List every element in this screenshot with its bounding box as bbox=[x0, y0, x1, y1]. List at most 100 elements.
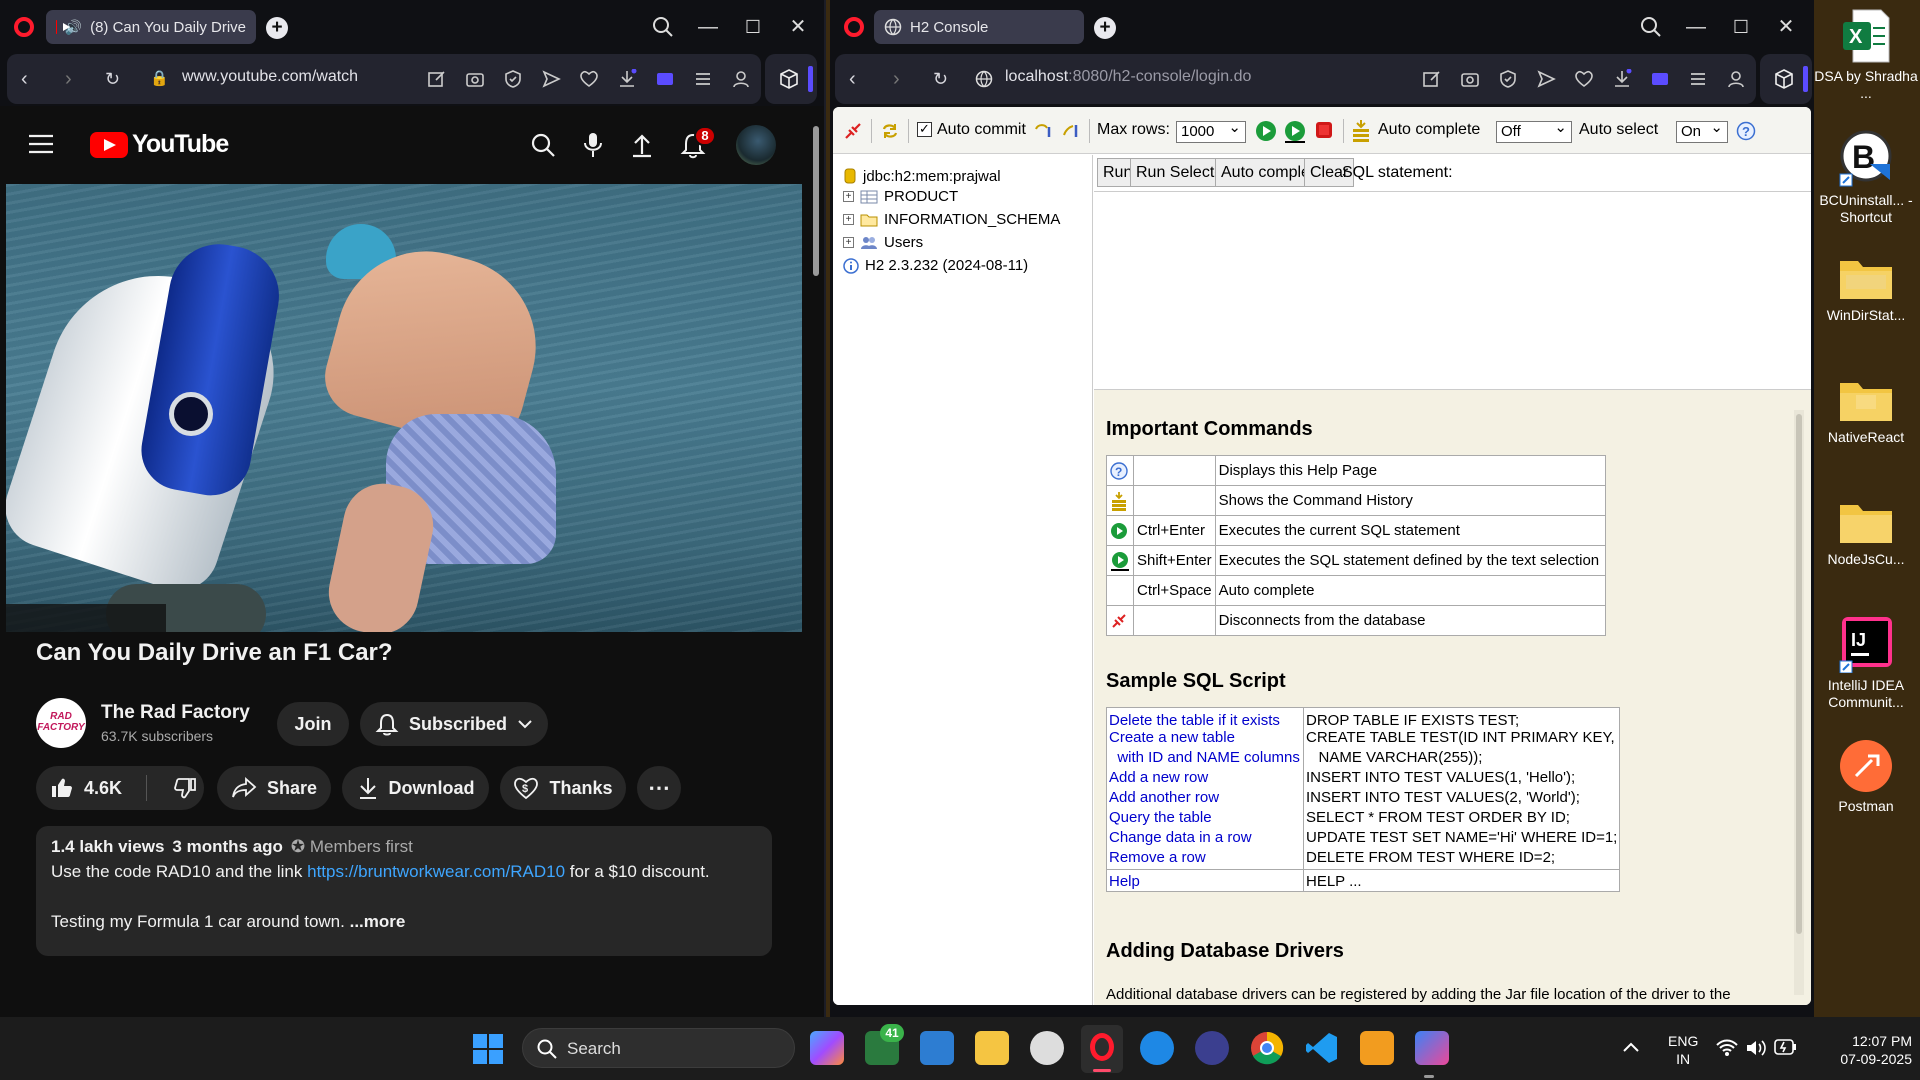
wifi-icon[interactable] bbox=[1716, 1039, 1738, 1057]
shield-icon[interactable] bbox=[1498, 69, 1518, 89]
menu-icon[interactable] bbox=[693, 69, 713, 89]
auto-commit-checkbox[interactable]: ✓ bbox=[917, 122, 932, 137]
scrollbar-track[interactable] bbox=[808, 106, 824, 1017]
opera-logo-icon[interactable] bbox=[14, 17, 34, 37]
download-icon[interactable] bbox=[1612, 69, 1632, 89]
disconnect-icon[interactable] bbox=[843, 121, 863, 141]
forward-icon[interactable]: › bbox=[893, 69, 900, 89]
heart-icon[interactable] bbox=[579, 69, 599, 89]
download-button[interactable]: Download bbox=[342, 766, 489, 810]
notepad-icon[interactable] bbox=[920, 1031, 954, 1065]
reload-icon[interactable]: ↻ bbox=[933, 69, 948, 89]
copilot-icon[interactable] bbox=[810, 1031, 844, 1065]
sql-textarea[interactable] bbox=[1094, 191, 1811, 390]
sidebar-toggle-icon[interactable] bbox=[1650, 69, 1670, 89]
opera-taskbar-active[interactable] bbox=[1081, 1025, 1123, 1073]
disconnect-icon[interactable] bbox=[1110, 612, 1130, 630]
back-icon[interactable]: ‹ bbox=[849, 69, 856, 89]
script-link[interactable]: Change data in a row bbox=[1106, 829, 1304, 849]
script-link[interactable]: Query the table bbox=[1106, 809, 1304, 829]
shield-icon[interactable] bbox=[503, 69, 523, 89]
script-link[interactable]: Add a new row bbox=[1106, 769, 1304, 789]
desktop-icon-nativereact[interactable]: NativeReact bbox=[1812, 377, 1920, 446]
tree-item-product[interactable]: + PRODUCT bbox=[843, 188, 958, 205]
script-link[interactable]: with ID and NAME columns bbox=[1106, 749, 1304, 769]
run-selected-icon[interactable] bbox=[1110, 551, 1130, 571]
chrome-icon[interactable] bbox=[1250, 1031, 1284, 1065]
taskbar-search[interactable]: Search bbox=[522, 1028, 795, 1068]
chevron-up-icon[interactable] bbox=[1622, 1041, 1640, 1053]
like-button[interactable]: 4.6K bbox=[50, 776, 122, 800]
help-icon[interactable]: ? bbox=[1110, 461, 1130, 480]
expand-icon[interactable]: + bbox=[843, 214, 854, 225]
cube-icon[interactable] bbox=[1773, 68, 1795, 90]
help-link[interactable]: Help bbox=[1106, 869, 1304, 891]
youtube-logo[interactable]: YouTube bbox=[90, 130, 229, 159]
back-icon[interactable]: ‹ bbox=[21, 69, 28, 89]
windows-start-icon[interactable] bbox=[473, 1034, 503, 1064]
menu-icon[interactable] bbox=[1688, 69, 1708, 89]
url-text[interactable]: localhost:8080/h2-console/login.do bbox=[1005, 68, 1251, 86]
minimize-button[interactable]: — bbox=[695, 14, 721, 40]
help-scrollbar-thumb[interactable] bbox=[1796, 414, 1802, 934]
intellij-taskbar-icon[interactable] bbox=[1415, 1031, 1449, 1065]
new-tab-button[interactable]: + bbox=[1094, 17, 1116, 39]
new-tab-button[interactable]: + bbox=[266, 17, 288, 39]
expand-icon[interactable]: + bbox=[843, 191, 854, 202]
description-link[interactable]: https://bruntworkwear.com/RAD10 bbox=[307, 862, 565, 881]
sidebar-toggle-icon[interactable] bbox=[655, 69, 675, 89]
minimize-button[interactable]: — bbox=[1683, 14, 1709, 40]
join-button[interactable]: Join bbox=[277, 702, 349, 746]
avatar[interactable] bbox=[736, 125, 776, 165]
rollback-icon[interactable] bbox=[1033, 121, 1053, 141]
history-icon[interactable] bbox=[1110, 491, 1130, 511]
tree-item-users[interactable]: + Users bbox=[843, 234, 923, 251]
hamburger-menu-icon[interactable] bbox=[28, 134, 54, 154]
desktop-icon-nodejs[interactable]: NodeJsCu... bbox=[1812, 499, 1920, 568]
forward-icon[interactable]: › bbox=[65, 69, 72, 89]
script-link[interactable]: Add another row bbox=[1106, 789, 1304, 809]
run-icon[interactable] bbox=[1110, 522, 1130, 540]
close-button[interactable]: ✕ bbox=[1773, 14, 1799, 40]
profile-icon[interactable] bbox=[731, 69, 751, 89]
desktop-icon-windirstat[interactable]: WinDirStat... bbox=[1812, 255, 1920, 324]
max-rows-select[interactable]: 1000 bbox=[1176, 118, 1246, 143]
auto-complete-select[interactable]: Off bbox=[1496, 118, 1572, 143]
battery-icon[interactable] bbox=[1774, 1037, 1798, 1057]
run-selected-icon[interactable] bbox=[1283, 120, 1307, 144]
scrollbar-thumb[interactable] bbox=[813, 126, 819, 276]
help-scrollbar[interactable] bbox=[1794, 410, 1804, 995]
subscribed-button[interactable]: Subscribed bbox=[360, 702, 548, 746]
desktop-icon-intellij[interactable]: IJ IntelliJ IDEA Communit... bbox=[1812, 615, 1920, 711]
create-upload-icon[interactable] bbox=[630, 132, 654, 158]
microphone-icon[interactable] bbox=[582, 132, 604, 158]
close-button[interactable]: ✕ bbox=[785, 14, 811, 40]
app-store-icon[interactable] bbox=[1140, 1031, 1174, 1065]
share-button[interactable]: Share bbox=[217, 766, 331, 810]
thanks-button[interactable]: $ Thanks bbox=[500, 766, 626, 810]
stop-icon[interactable] bbox=[1315, 121, 1333, 139]
heart-icon[interactable] bbox=[1574, 69, 1594, 89]
send-icon[interactable] bbox=[1536, 69, 1556, 89]
volume-icon[interactable] bbox=[1745, 1039, 1767, 1057]
site-info-icon[interactable] bbox=[975, 70, 993, 88]
refresh-icon[interactable] bbox=[880, 121, 900, 141]
edit-icon[interactable] bbox=[427, 69, 447, 89]
profile-icon[interactable] bbox=[1726, 69, 1746, 89]
tab-youtube[interactable]: 🔊 (8) Can You Daily Drive bbox=[46, 10, 256, 44]
url-text[interactable]: www.youtube.com/watch bbox=[182, 68, 358, 86]
help-icon[interactable]: ? bbox=[1736, 121, 1756, 141]
description-box[interactable]: 1.4 lakh views 3 months ago ✪ Members fi… bbox=[36, 826, 772, 956]
commit-icon[interactable] bbox=[1061, 121, 1081, 141]
show-more-link[interactable]: ...more bbox=[350, 912, 406, 931]
maximize-button[interactable]: ☐ bbox=[740, 14, 766, 40]
app-icon[interactable] bbox=[1360, 1031, 1394, 1065]
file-explorer-icon[interactable] bbox=[975, 1031, 1009, 1065]
script-link[interactable]: Create a new table bbox=[1106, 729, 1304, 749]
clock[interactable]: 12:07 PM 07-09-2025 bbox=[1812, 1032, 1912, 1068]
auto-select-select[interactable]: On bbox=[1676, 118, 1728, 143]
search-tabs-icon[interactable] bbox=[1640, 16, 1662, 38]
tree-database[interactable]: jdbc:h2:mem:prajwal bbox=[843, 167, 1001, 185]
expand-icon[interactable]: + bbox=[843, 237, 854, 248]
more-actions-button[interactable]: ⋯ bbox=[637, 766, 681, 810]
